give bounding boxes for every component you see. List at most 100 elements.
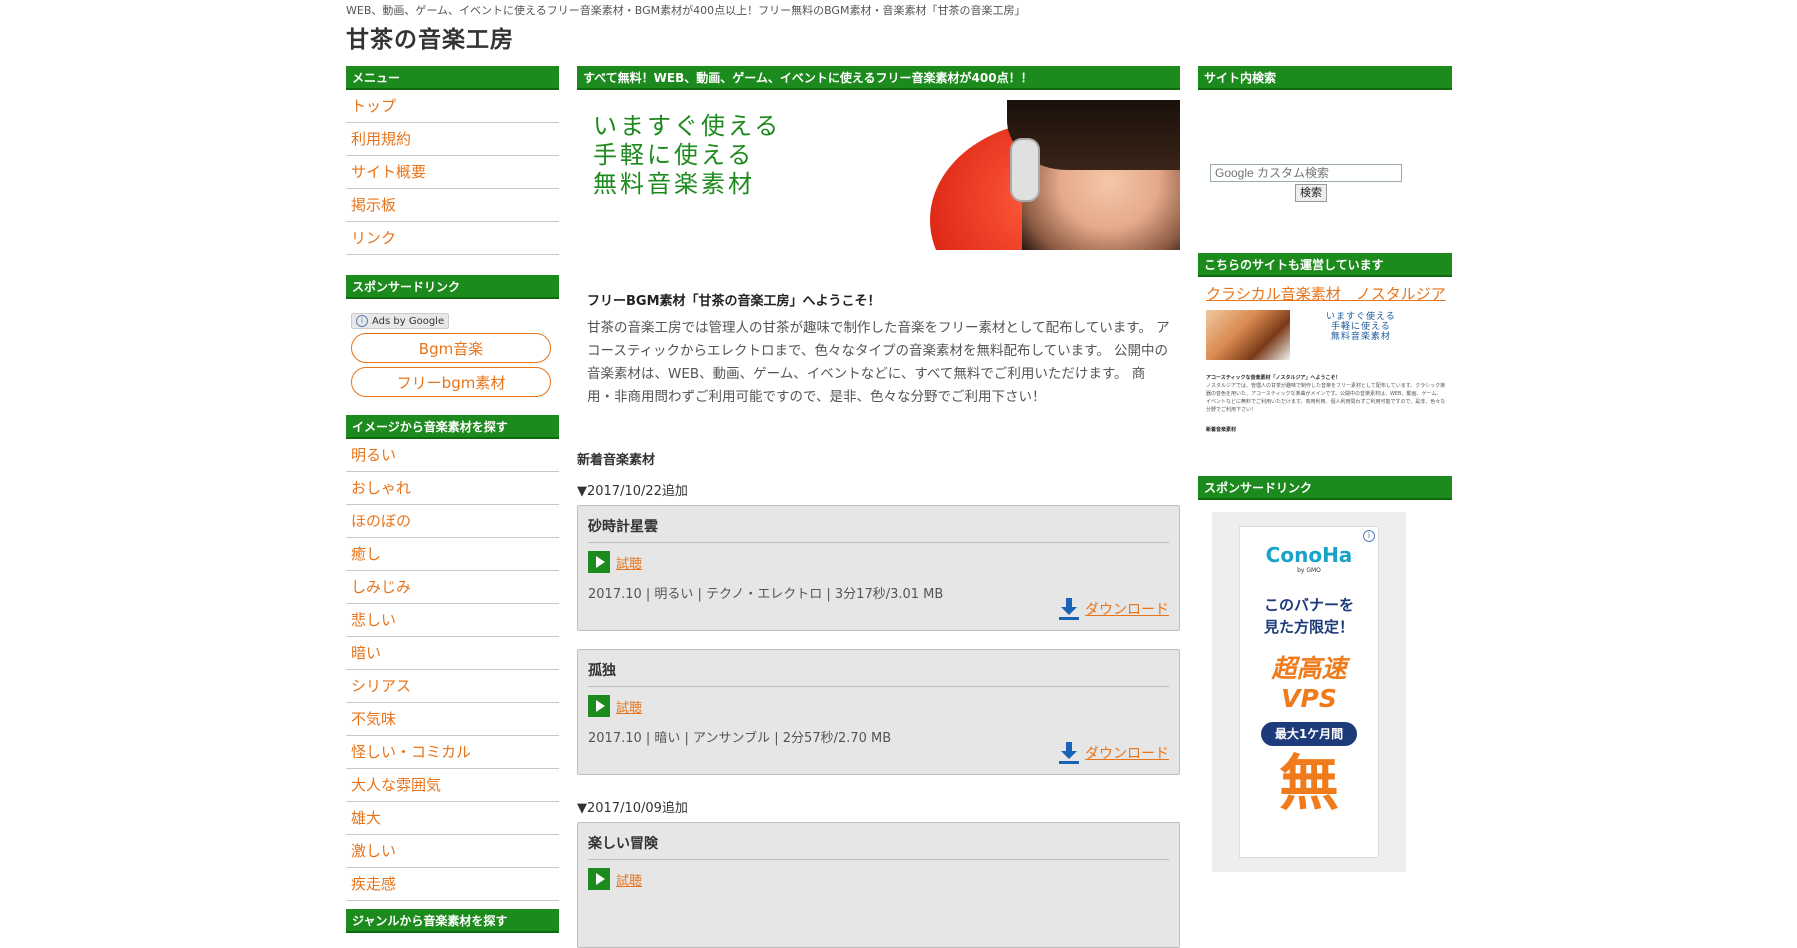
menu-link[interactable]: トップ <box>351 97 396 115</box>
ad-area: i ConoHa by GMO このバナーを 見た方限定！ 超高速 VPS 最大… <box>1212 512 1406 872</box>
ad-huge-text: 無 <box>1279 749 1339 819</box>
other-site-thumbnail[interactable]: いますぐ使える 手軽に使える 無料音楽素材 アコースティックな音楽素材「ノスタル… <box>1206 310 1451 446</box>
menu-item-top[interactable]: トップ <box>346 90 559 123</box>
ad-lead: このバナーを 見た方限定！ <box>1240 594 1378 638</box>
image-item[interactable]: 激しい <box>346 835 559 868</box>
image-item[interactable]: 雄大 <box>346 802 559 835</box>
image-item[interactable]: シリアス <box>346 670 559 703</box>
image-item[interactable]: ほのぼの <box>346 505 559 538</box>
image-item[interactable]: おしゃれ <box>346 472 559 505</box>
download-row[interactable]: ダウンロード <box>1059 742 1169 764</box>
page: WEB、動画、ゲーム、イベントに使えるフリー音楽素材・BGM素材が400点以上！… <box>346 0 1452 948</box>
image-item[interactable]: 疾走感 <box>346 868 559 901</box>
image-link[interactable]: 暗い <box>351 644 381 662</box>
sponsor-heading: スポンサードリンク <box>346 275 559 299</box>
hero-line: 手軽に使える <box>593 141 755 169</box>
search-input[interactable] <box>1210 164 1402 182</box>
info-icon: i <box>356 315 368 327</box>
ad-headline-line: VPS <box>1281 684 1337 713</box>
download-icon[interactable] <box>1059 598 1079 620</box>
guitar-photo <box>1206 310 1290 360</box>
ad-link-free-bgm[interactable]: フリーbgm素材 <box>351 367 551 397</box>
menu-item-terms[interactable]: 利用規約 <box>346 123 559 156</box>
image-link[interactable]: ほのぼの <box>351 512 411 530</box>
ad-lead-line: このバナーを <box>1263 596 1354 614</box>
menu-item-bbs[interactable]: 掲示板 <box>346 189 559 222</box>
date-heading: ▼2017/10/09追加 <box>577 801 688 816</box>
play-icon[interactable] <box>588 551 610 573</box>
ad-link-bgm[interactable]: Bgm音楽 <box>351 333 551 363</box>
thumb-text: アコースティックな音楽素材「ノスタルジア」へようこそ！ ノスタルジアでは、管理人… <box>1206 374 1446 434</box>
welcome-section: フリーBGM素材「甘茶の音楽工房」へようこそ！ 甘茶の音楽工房では管理人の甘茶が… <box>577 290 1180 409</box>
menu-heading: メニュー <box>346 66 559 90</box>
conoha-logo-sub: by GMO <box>1297 567 1321 574</box>
ads-label-text: Ads by Google <box>372 315 445 327</box>
left-sidebar: メニュー トップ 利用規約 サイト概要 掲示板 リンク スポンサードリンク i … <box>346 66 559 933</box>
ad-pill: 最大1ケ月間 <box>1261 722 1357 746</box>
menu-item-about[interactable]: サイト概要 <box>346 156 559 189</box>
play-icon[interactable] <box>588 695 610 717</box>
image-item[interactable]: 暗い <box>346 637 559 670</box>
welcome-text: 甘茶の音楽工房では管理人の甘茶が趣味で制作した音楽をフリー素材として配布していま… <box>587 320 1170 405</box>
new-tracks-heading: 新着音楽素材 <box>577 453 656 468</box>
conoha-logo: ConoHa <box>1265 543 1353 567</box>
thumb-copy-line: 手軽に使える <box>1331 322 1391 332</box>
main-banner-heading: すべて無料！WEB、動画、ゲーム、イベントに使えるフリー音楽素材が400点！！ <box>577 66 1180 90</box>
ad-info-icon[interactable]: i <box>1363 530 1375 542</box>
image-link[interactable]: 怪しい・コミカル <box>351 743 471 761</box>
hero-copy: いますぐ使える 手軽に使える 無料音楽素材 <box>593 112 781 199</box>
image-item[interactable]: 怪しい・コミカル <box>346 736 559 769</box>
thumb-copy-line: 無料音楽素材 <box>1330 332 1391 342</box>
image-link[interactable]: 明るい <box>351 446 396 464</box>
image-item[interactable]: 大人な雰囲気 <box>346 769 559 802</box>
search-button[interactable]: 検索 <box>1295 184 1327 202</box>
play-icon[interactable] <box>588 868 610 890</box>
image-item[interactable]: 不気味 <box>346 703 559 736</box>
thumb-copy: いますぐ使える 手軽に使える 無料音楽素材 <box>1326 312 1396 342</box>
image-item[interactable]: 悲しい <box>346 604 559 637</box>
listen-link[interactable]: 試聴 <box>616 870 642 889</box>
image-link[interactable]: 激しい <box>351 842 396 860</box>
image-link[interactable]: 大人な雰囲気 <box>351 776 441 794</box>
download-row[interactable]: ダウンロード <box>1059 598 1169 620</box>
image-link[interactable]: シリアス <box>351 677 411 695</box>
genre-search-heading: ジャンルから音楽素材を探す <box>346 909 559 933</box>
menu-link[interactable]: リンク <box>351 229 396 247</box>
conoha-banner-ad[interactable]: i ConoHa by GMO このバナーを 見た方限定！ 超高速 VPS 最大… <box>1239 526 1379 858</box>
image-link[interactable]: 疾走感 <box>351 875 396 893</box>
image-link[interactable]: おしゃれ <box>351 479 411 497</box>
image-item[interactable]: 明るい <box>346 439 559 472</box>
ads-by-google[interactable]: i Ads by Google <box>351 313 450 329</box>
listen-link[interactable]: 試聴 <box>616 697 642 716</box>
main-content: すべて無料！WEB、動画、ゲーム、イベントに使えるフリー音楽素材が400点！！ … <box>577 66 1180 948</box>
track-title: 楽しい冒険 <box>588 833 1169 860</box>
other-site-link[interactable]: クラシカル音楽素材 ノスタルジア <box>1206 283 1452 304</box>
listen-link[interactable]: 試聴 <box>616 553 642 572</box>
menu-link[interactable]: 掲示板 <box>351 196 396 214</box>
track-card: 孤独 試聴 2017.10 | 暗い | アンサンブル | 2分57秒/2.70… <box>577 649 1180 775</box>
thumb-copy-line: いますぐ使える <box>1326 312 1396 322</box>
ad-headline-line: 超高速 <box>1271 654 1347 683</box>
thumb-title: アコースティックな音楽素材「ノスタルジア」へようこそ！ <box>1206 375 1341 381</box>
image-link[interactable]: 不気味 <box>351 710 396 728</box>
right-sponsor-heading: スポンサードリンク <box>1198 476 1452 500</box>
sponsor-block: スポンサードリンク i Ads by Google Bgm音楽 フリーbgm素材 <box>346 275 559 397</box>
image-menu: 明るい おしゃれ ほのぼの 癒し しみじみ 悲しい 暗い シリアス 不気味 怪し… <box>346 439 559 901</box>
image-item[interactable]: 癒し <box>346 538 559 571</box>
image-link[interactable]: 癒し <box>351 545 381 563</box>
menu-item-links[interactable]: リンク <box>346 222 559 255</box>
image-item[interactable]: しみじみ <box>346 571 559 604</box>
menu-link[interactable]: サイト概要 <box>351 163 426 181</box>
site-search: 検索 <box>1198 90 1452 253</box>
track-card: 砂時計星雲 試聴 2017.10 | 明るい | テクノ・エレクトロ | 3分1… <box>577 505 1180 631</box>
site-tagline: WEB、動画、ゲーム、イベントに使えるフリー音楽素材・BGM素材が400点以上！… <box>346 4 1026 17</box>
site-title[interactable]: 甘茶の音楽工房 <box>346 20 514 54</box>
image-link[interactable]: 悲しい <box>351 611 396 629</box>
image-link[interactable]: 雄大 <box>351 809 381 827</box>
menu-link[interactable]: 利用規約 <box>351 130 411 148</box>
download-link[interactable]: ダウンロード <box>1085 599 1169 619</box>
main-menu: トップ 利用規約 サイト概要 掲示板 リンク <box>346 90 559 255</box>
image-link[interactable]: しみじみ <box>351 578 411 596</box>
download-link[interactable]: ダウンロード <box>1085 743 1169 763</box>
download-icon[interactable] <box>1059 742 1079 764</box>
